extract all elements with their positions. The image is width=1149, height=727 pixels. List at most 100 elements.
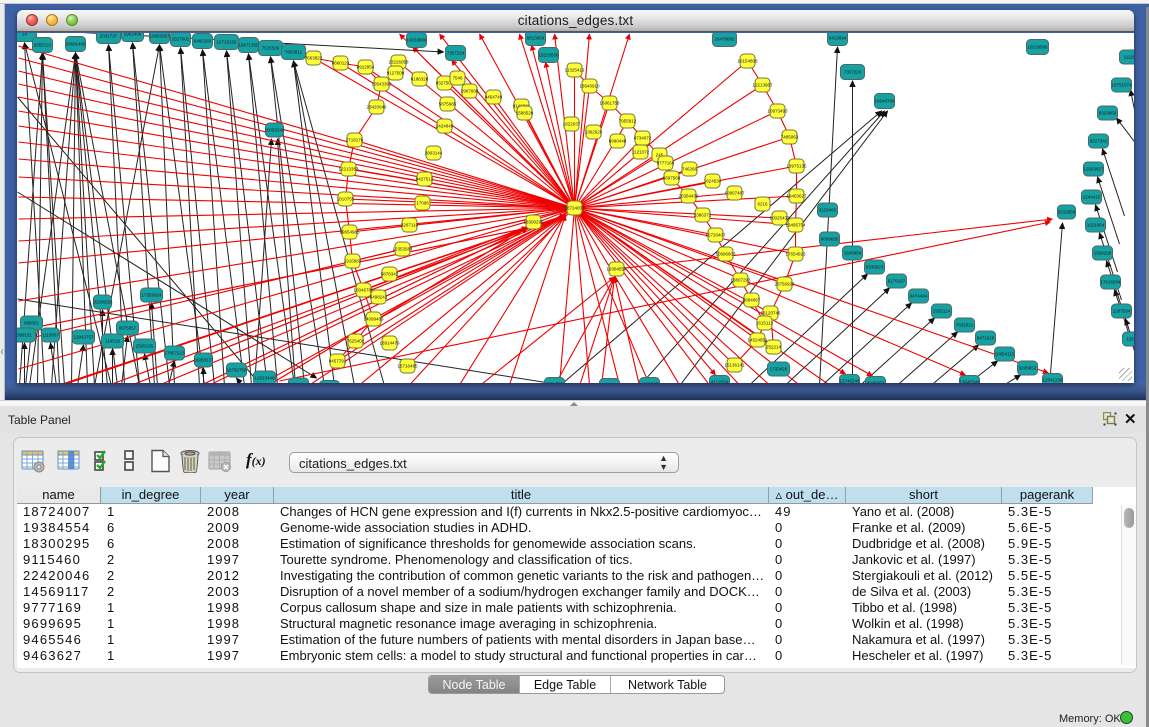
svg-text:13495754: 13495754	[785, 223, 806, 228]
svg-text:252214: 252214	[766, 345, 782, 350]
svg-text:19463627: 19463627	[786, 194, 807, 199]
svg-text:16961758: 16961758	[599, 101, 620, 106]
svg-text:20756928: 20756928	[774, 282, 795, 287]
svg-text:399151: 399151	[17, 333, 32, 338]
svg-text:1115687: 1115687	[42, 333, 59, 338]
svg-text:2935114: 2935114	[933, 309, 951, 314]
svg-text:8186328: 8186328	[411, 77, 429, 82]
svg-text:8224730: 8224730	[546, 382, 564, 383]
svg-text:10025433: 10025433	[769, 216, 790, 221]
svg-text:18300295: 18300295	[523, 220, 544, 225]
svg-text:6216: 6216	[757, 202, 768, 207]
svg-text:2505135: 2505135	[136, 344, 154, 349]
svg-text:2386372: 2386372	[694, 213, 712, 218]
svg-text:23420046: 23420046	[366, 105, 387, 110]
svg-text:17006: 17006	[416, 201, 429, 206]
svg-text:1640954: 1640954	[844, 251, 862, 256]
svg-text:2424845: 2424845	[436, 124, 454, 129]
svg-text:8813054: 8813054	[527, 36, 545, 41]
svg-text:17359924: 17359924	[141, 293, 162, 298]
svg-text:11125: 11125	[1124, 55, 1134, 60]
svg-text:16154808: 16154808	[737, 59, 758, 64]
svg-text:2967608: 2967608	[461, 89, 479, 94]
svg-text:12213967: 12213967	[752, 83, 773, 88]
svg-text:12213383: 12213383	[338, 167, 359, 172]
svg-text:2718176: 2718176	[346, 138, 364, 143]
svg-text:9245652: 9245652	[1019, 366, 1037, 371]
svg-text:1588520: 1588520	[516, 111, 534, 116]
svg-text:8454749: 8454749	[485, 95, 503, 100]
svg-text:19218506: 19218506	[538, 53, 559, 58]
svg-text:1916682: 1916682	[344, 259, 362, 264]
svg-text:5875685: 5875685	[439, 102, 457, 107]
svg-text:16958127: 16958127	[193, 358, 214, 363]
svg-text:20053346: 20053346	[264, 128, 285, 133]
svg-text:4112034: 4112034	[711, 380, 729, 383]
svg-text:9474444: 9474444	[910, 294, 928, 299]
svg-text:10653267: 10653267	[149, 34, 170, 39]
svg-text:1621064: 1621064	[1087, 223, 1105, 228]
svg-text:9457791: 9457791	[329, 359, 347, 364]
svg-text:7625402: 7625402	[347, 339, 365, 344]
svg-text:16914479: 16914479	[379, 341, 400, 346]
svg-text:16033809: 16033809	[406, 38, 427, 43]
svg-text:1615112: 1615112	[756, 321, 774, 326]
svg-text:15751074: 15751074	[1111, 83, 1132, 88]
svg-text:746266: 746266	[682, 167, 698, 172]
svg-text:8684067: 8684067	[743, 298, 761, 303]
svg-text:7546: 7546	[452, 76, 463, 81]
svg-text:7357224: 7357224	[447, 51, 465, 56]
svg-text:20364436: 20364436	[678, 194, 699, 199]
svg-text:9127509: 9127509	[387, 71, 405, 76]
svg-text:1121072: 1121072	[632, 150, 650, 155]
svg-text:7632621: 7632621	[956, 323, 974, 328]
svg-text:12541238: 12541238	[1042, 378, 1063, 383]
svg-text:9427512: 9427512	[416, 177, 434, 182]
svg-text:10654112: 10654112	[995, 352, 1015, 357]
svg-text:1267534: 1267534	[1113, 309, 1131, 314]
svg-text:12093827: 12093827	[1083, 167, 1104, 172]
svg-text:1733426: 1733426	[770, 367, 788, 372]
svg-text:7663811: 7663811	[285, 50, 303, 55]
svg-text:8471626: 8471626	[977, 336, 995, 341]
svg-text:1824534: 1824534	[704, 179, 722, 184]
svg-text:8215958: 8215958	[1058, 210, 1076, 215]
svg-text:14099489: 14099489	[363, 317, 384, 322]
svg-text:14524851: 14524851	[747, 338, 768, 343]
svg-text:1810755: 1810755	[337, 197, 355, 202]
svg-text:11325419: 11325419	[565, 68, 585, 73]
svg-text:1527602: 1527602	[172, 37, 190, 42]
svg-text:7515526: 7515526	[262, 46, 280, 51]
svg-text:16782759: 16782759	[226, 368, 247, 373]
svg-text:8990448: 8990448	[609, 139, 627, 144]
svg-text:9329966: 9329966	[1099, 111, 1117, 116]
svg-text:24: 24	[22, 33, 28, 37]
svg-text:17654923: 17654923	[785, 252, 806, 257]
svg-text:13748244: 13748244	[839, 379, 860, 383]
svg-text:20206556: 20206556	[92, 300, 113, 305]
svg-text:6734072: 6734072	[634, 136, 652, 141]
svg-text:10686603: 10686603	[715, 252, 736, 257]
svg-text:9777169: 9777169	[657, 161, 675, 166]
svg-text:16120746: 16120746	[760, 311, 781, 316]
svg-text:15716485: 15716485	[397, 364, 418, 369]
svg-text:8660123: 8660123	[332, 61, 350, 66]
svg-text:13975135: 13975135	[786, 164, 807, 169]
svg-text:12675: 12675	[1126, 337, 1134, 342]
svg-text:1961406: 1961406	[124, 33, 142, 37]
svg-text:7485063: 7485063	[781, 135, 799, 140]
svg-text:5498242: 5498242	[370, 295, 388, 300]
svg-text:1244415: 1244415	[1083, 195, 1101, 200]
svg-text:3267110: 3267110	[401, 223, 419, 228]
svg-text:4429607: 4429607	[641, 382, 659, 383]
svg-text:6466160: 6466160	[194, 39, 212, 44]
svg-text:9699695: 9699695	[821, 237, 839, 242]
svg-text:114519: 114519	[105, 339, 120, 344]
svg-text:23226058: 23226058	[388, 60, 409, 65]
svg-text:19654985: 19654985	[339, 230, 360, 235]
svg-text:1362625: 1362625	[585, 130, 603, 135]
svg-text:19218596: 19218596	[1027, 45, 1048, 50]
svg-text:9975857: 9975857	[119, 326, 137, 331]
svg-text:10807487: 10807487	[724, 191, 745, 196]
svg-text:16671355: 16671355	[238, 43, 259, 48]
